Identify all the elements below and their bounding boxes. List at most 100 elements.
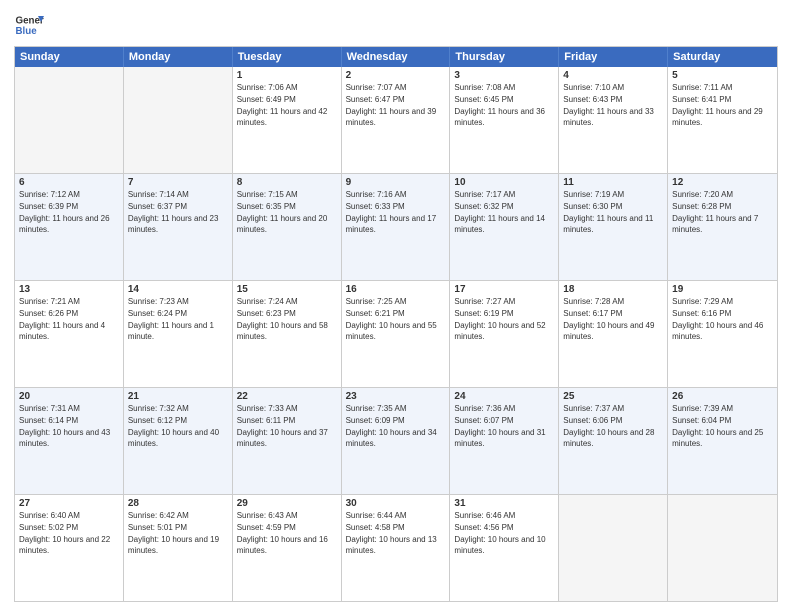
page-container: General Blue SundayMondayTuesdayWednesda… — [0, 0, 792, 612]
cell-info: Sunrise: 7:24 AM Sunset: 6:23 PM Dayligh… — [237, 297, 328, 341]
day-number: 26 — [672, 391, 773, 402]
calendar-cell: 19Sunrise: 7:29 AM Sunset: 6:16 PM Dayli… — [668, 281, 777, 387]
calendar-cell — [124, 67, 233, 173]
calendar-cell: 2Sunrise: 7:07 AM Sunset: 6:47 PM Daylig… — [342, 67, 451, 173]
cell-info: Sunrise: 7:35 AM Sunset: 6:09 PM Dayligh… — [346, 404, 437, 448]
calendar-cell — [15, 67, 124, 173]
day-number: 10 — [454, 177, 554, 188]
calendar-cell — [559, 495, 668, 601]
calendar-cell: 21 Sunrise: 7:32 AM Sunset: 6:12 PM Dayli… — [124, 388, 233, 494]
day-number: 19 — [672, 284, 773, 295]
day-number: 3 — [454, 70, 554, 81]
calendar-cell: 25 Sunrise: 7:37 AM Sunset: 6:06 PM Dayli… — [559, 388, 668, 494]
day-number: 30 — [346, 498, 446, 509]
calendar-cell: 10 Sunrise: 7:17 AM Sunset: 6:32 PM Dayli… — [450, 174, 559, 280]
calendar-cell: 29 Sunrise: 6:43 AM Sunset: 4:59 PM Dayli… — [233, 495, 342, 601]
calendar-cell: 3 Sunrise: 7:08 AM Sunset: 6:45 PM Daylig… — [450, 67, 559, 173]
calendar-cell: 28 Sunrise: 6:42 AM Sunset: 5:01 PM Dayli… — [124, 495, 233, 601]
logo-icon: General Blue — [14, 10, 44, 40]
cell-info: Sunrise: 7:23 AM Sunset: 6:24 PM Dayligh… — [128, 297, 214, 341]
cell-info: Sunrise: 7:06 AM Sunset: 6:49 PM Dayligh… — [237, 83, 328, 127]
cell-info: Sunrise: 7:19 AM Sunset: 6:30 PM Dayligh… — [563, 190, 653, 234]
header: General Blue — [14, 10, 778, 40]
calendar-week-3: 13Sunrise: 7:21 AM Sunset: 6:26 PM Dayli… — [15, 280, 777, 387]
calendar-body: 1 Sunrise: 7:06 AM Sunset: 6:49 PM Daylig… — [15, 67, 777, 601]
cell-info: Sunrise: 7:36 AM Sunset: 6:07 PM Dayligh… — [454, 404, 545, 448]
calendar-week-1: 1 Sunrise: 7:06 AM Sunset: 6:49 PM Daylig… — [15, 67, 777, 173]
calendar-cell: 24 Sunrise: 7:36 AM Sunset: 6:07 PM Dayli… — [450, 388, 559, 494]
cell-info: Sunrise: 6:44 AM Sunset: 4:58 PM Dayligh… — [346, 511, 437, 555]
calendar-cell: 26Sunrise: 7:39 AM Sunset: 6:04 PM Dayli… — [668, 388, 777, 494]
cell-info: Sunrise: 7:27 AM Sunset: 6:19 PM Dayligh… — [454, 297, 545, 341]
calendar-cell: 22 Sunrise: 7:33 AM Sunset: 6:11 PM Dayli… — [233, 388, 342, 494]
day-number: 21 — [128, 391, 228, 402]
cell-info: Sunrise: 7:33 AM Sunset: 6:11 PM Dayligh… — [237, 404, 328, 448]
day-number: 29 — [237, 498, 337, 509]
day-header-thursday: Thursday — [450, 47, 559, 67]
calendar-cell: 14 Sunrise: 7:23 AM Sunset: 6:24 PM Dayli… — [124, 281, 233, 387]
cell-info: Sunrise: 7:37 AM Sunset: 6:06 PM Dayligh… — [563, 404, 654, 448]
day-header-tuesday: Tuesday — [233, 47, 342, 67]
day-header-sunday: Sunday — [15, 47, 124, 67]
day-header-monday: Monday — [124, 47, 233, 67]
day-number: 11 — [563, 177, 663, 188]
calendar-cell: 6Sunrise: 7:12 AM Sunset: 6:39 PM Daylig… — [15, 174, 124, 280]
day-number: 20 — [19, 391, 119, 402]
calendar-cell: 16Sunrise: 7:25 AM Sunset: 6:21 PM Dayli… — [342, 281, 451, 387]
day-header-saturday: Saturday — [668, 47, 777, 67]
cell-info: Sunrise: 7:16 AM Sunset: 6:33 PM Dayligh… — [346, 190, 437, 234]
day-number: 28 — [128, 498, 228, 509]
day-number: 16 — [346, 284, 446, 295]
calendar-cell: 11 Sunrise: 7:19 AM Sunset: 6:30 PM Dayli… — [559, 174, 668, 280]
calendar: SundayMondayTuesdayWednesdayThursdayFrid… — [14, 46, 778, 602]
day-number: 27 — [19, 498, 119, 509]
calendar-cell — [668, 495, 777, 601]
day-number: 15 — [237, 284, 337, 295]
day-number: 8 — [237, 177, 337, 188]
calendar-cell: 8 Sunrise: 7:15 AM Sunset: 6:35 PM Daylig… — [233, 174, 342, 280]
day-number: 7 — [128, 177, 228, 188]
day-number: 4 — [563, 70, 663, 81]
cell-info: Sunrise: 7:15 AM Sunset: 6:35 PM Dayligh… — [237, 190, 328, 234]
calendar-cell: 30 Sunrise: 6:44 AM Sunset: 4:58 PM Dayli… — [342, 495, 451, 601]
calendar-cell: 13Sunrise: 7:21 AM Sunset: 6:26 PM Dayli… — [15, 281, 124, 387]
svg-text:Blue: Blue — [16, 26, 38, 37]
day-number: 12 — [672, 177, 773, 188]
calendar-cell: 31Sunrise: 6:46 AM Sunset: 4:56 PM Dayli… — [450, 495, 559, 601]
cell-info: Sunrise: 7:20 AM Sunset: 6:28 PM Dayligh… — [672, 190, 758, 234]
calendar-week-4: 20 Sunrise: 7:31 AM Sunset: 6:14 PM Dayli… — [15, 387, 777, 494]
calendar-cell: 23 Sunrise: 7:35 AM Sunset: 6:09 PM Dayli… — [342, 388, 451, 494]
cell-info: Sunrise: 7:08 AM Sunset: 6:45 PM Dayligh… — [454, 83, 545, 127]
cell-info: Sunrise: 7:28 AM Sunset: 6:17 PM Dayligh… — [563, 297, 654, 341]
cell-info: Sunrise: 7:31 AM Sunset: 6:14 PM Dayligh… — [19, 404, 110, 448]
day-number: 22 — [237, 391, 337, 402]
calendar-cell: 17 Sunrise: 7:27 AM Sunset: 6:19 PM Dayli… — [450, 281, 559, 387]
calendar-cell: 9Sunrise: 7:16 AM Sunset: 6:33 PM Daylig… — [342, 174, 451, 280]
cell-info: Sunrise: 6:46 AM Sunset: 4:56 PM Dayligh… — [454, 511, 545, 555]
cell-info: Sunrise: 6:42 AM Sunset: 5:01 PM Dayligh… — [128, 511, 219, 555]
calendar-week-5: 27 Sunrise: 6:40 AM Sunset: 5:02 PM Dayli… — [15, 494, 777, 601]
cell-info: Sunrise: 7:11 AM Sunset: 6:41 PM Dayligh… — [672, 83, 763, 127]
day-number: 1 — [237, 70, 337, 81]
cell-info: Sunrise: 7:17 AM Sunset: 6:32 PM Dayligh… — [454, 190, 545, 234]
day-number: 24 — [454, 391, 554, 402]
calendar-cell: 5 Sunrise: 7:11 AM Sunset: 6:41 PM Daylig… — [668, 67, 777, 173]
day-number: 17 — [454, 284, 554, 295]
day-number: 6 — [19, 177, 119, 188]
day-number: 5 — [672, 70, 773, 81]
day-header-friday: Friday — [559, 47, 668, 67]
calendar-cell: 20 Sunrise: 7:31 AM Sunset: 6:14 PM Dayli… — [15, 388, 124, 494]
calendar-cell: 1 Sunrise: 7:06 AM Sunset: 6:49 PM Daylig… — [233, 67, 342, 173]
cell-info: Sunrise: 6:43 AM Sunset: 4:59 PM Dayligh… — [237, 511, 328, 555]
day-header-wednesday: Wednesday — [342, 47, 451, 67]
day-number: 23 — [346, 391, 446, 402]
day-number: 25 — [563, 391, 663, 402]
calendar-cell: 4Sunrise: 7:10 AM Sunset: 6:43 PM Daylig… — [559, 67, 668, 173]
calendar-header-row: SundayMondayTuesdayWednesdayThursdayFrid… — [15, 47, 777, 67]
day-number: 18 — [563, 284, 663, 295]
day-number: 14 — [128, 284, 228, 295]
calendar-cell: 18 Sunrise: 7:28 AM Sunset: 6:17 PM Dayli… — [559, 281, 668, 387]
cell-info: Sunrise: 6:40 AM Sunset: 5:02 PM Dayligh… — [19, 511, 110, 555]
cell-info: Sunrise: 7:32 AM Sunset: 6:12 PM Dayligh… — [128, 404, 219, 448]
day-number: 2 — [346, 70, 446, 81]
